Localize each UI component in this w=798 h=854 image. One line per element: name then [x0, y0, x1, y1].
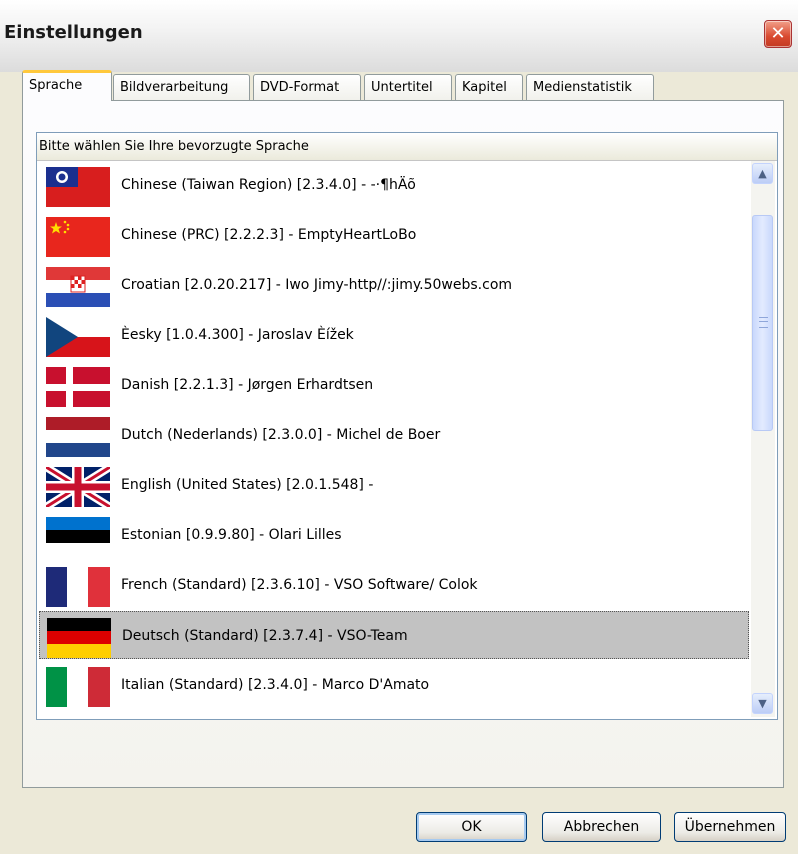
- list-item-label: Estonian [0.9.9.80] - Olari Lilles: [121, 527, 342, 543]
- close-button[interactable]: ✕: [764, 20, 792, 48]
- taiwan-flag-icon: [46, 167, 110, 207]
- scroll-down-arrow-icon[interactable]: ▼: [752, 693, 773, 714]
- list-item-label: Deutsch (Standard) [2.3.7.4] - VSO-Team: [122, 628, 408, 644]
- cancel-button[interactable]: Abbrechen: [542, 812, 661, 842]
- tab-medienstatistik[interactable]: Medienstatistik: [526, 74, 654, 100]
- scroll-up-arrow-icon[interactable]: ▲: [752, 163, 773, 184]
- denmark-flag-icon: [46, 367, 110, 407]
- croatia-flag-icon: [46, 267, 110, 307]
- window-title: Einstellungen: [4, 22, 143, 43]
- list-item-label: Danish [2.2.1.3] - Jørgen Erhardtsen: [121, 377, 374, 393]
- china-flag-icon: [46, 217, 110, 257]
- list-item-label: Chinese (Taiwan Region) [2.3.4.0] - -·¶h…: [121, 177, 416, 193]
- list-item-label: Dutch (Nederlands) [2.3.0.0] - Michel de…: [121, 427, 441, 443]
- ok-button[interactable]: OK: [416, 812, 527, 842]
- list-item-selected[interactable]: Deutsch (Standard) [2.3.7.4] - VSO-Team: [39, 611, 749, 659]
- list-item-label: Croatian [2.0.20.217] - Iwo Jimy-http//:…: [121, 277, 513, 293]
- tab-dvd-format[interactable]: DVD-Format: [253, 74, 361, 100]
- vertical-scrollbar[interactable]: ▲ ▼: [751, 161, 775, 717]
- estonia-flag-icon: [46, 517, 110, 557]
- list-item-label: English (United States) [2.0.1.548] -: [121, 477, 374, 493]
- uk-flag-icon: [46, 467, 110, 507]
- tab-kapitel[interactable]: Kapitel: [455, 74, 523, 100]
- title-bar: Einstellungen ✕: [0, 0, 798, 72]
- tab-untertitel[interactable]: Untertitel: [364, 74, 452, 100]
- netherlands-flag-icon: [46, 417, 110, 457]
- germany-flag-icon: [47, 618, 111, 658]
- france-flag-icon: [46, 567, 110, 607]
- apply-button[interactable]: Übernehmen: [674, 812, 786, 842]
- language-list[interactable]: Bitte wählen Sie Ihre bevorzugte Sprache…: [36, 132, 778, 720]
- list-item[interactable]: Chinese (Taiwan Region) [2.3.4.0] - -·¶h…: [39, 161, 749, 209]
- list-item-label: French (Standard) [2.3.6.10] - VSO Softw…: [121, 577, 478, 593]
- italy-flag-icon: [46, 667, 110, 707]
- tab-bildverarbeitung[interactable]: Bildverarbeitung: [113, 74, 250, 100]
- czech-flag-icon: [46, 317, 110, 357]
- list-item[interactable]: Italian (Standard) [2.3.4.0] - Marco D'A…: [39, 661, 749, 709]
- list-item[interactable]: Èesky [1.0.4.300] - Jaroslav Èížek: [39, 311, 749, 359]
- grip-icon: [759, 317, 768, 328]
- list-item[interactable]: French (Standard) [2.3.6.10] - VSO Softw…: [39, 561, 749, 609]
- list-item-label: Èesky [1.0.4.300] - Jaroslav Èížek: [121, 327, 354, 343]
- list-item[interactable]: Croatian [2.0.20.217] - Iwo Jimy-http//:…: [39, 261, 749, 309]
- list-item-label: Italian (Standard) [2.3.4.0] - Marco D'A…: [121, 677, 430, 693]
- list-item[interactable]: Estonian [0.9.9.80] - Olari Lilles: [39, 511, 749, 559]
- scrollbar-thumb[interactable]: [752, 215, 773, 431]
- list-header: Bitte wählen Sie Ihre bevorzugte Sprache: [37, 133, 777, 161]
- tab-sprache[interactable]: Sprache: [22, 70, 112, 101]
- list-item-label: Chinese (PRC) [2.2.2.3] - EmptyHeartLoBo: [121, 227, 417, 243]
- list-item[interactable]: Danish [2.2.1.3] - Jørgen Erhardtsen: [39, 361, 749, 409]
- list-item[interactable]: English (United States) [2.0.1.548] -: [39, 461, 749, 509]
- list-item[interactable]: Dutch (Nederlands) [2.3.0.0] - Michel de…: [39, 411, 749, 459]
- list-item[interactable]: Chinese (PRC) [2.2.2.3] - EmptyHeartLoBo: [39, 211, 749, 259]
